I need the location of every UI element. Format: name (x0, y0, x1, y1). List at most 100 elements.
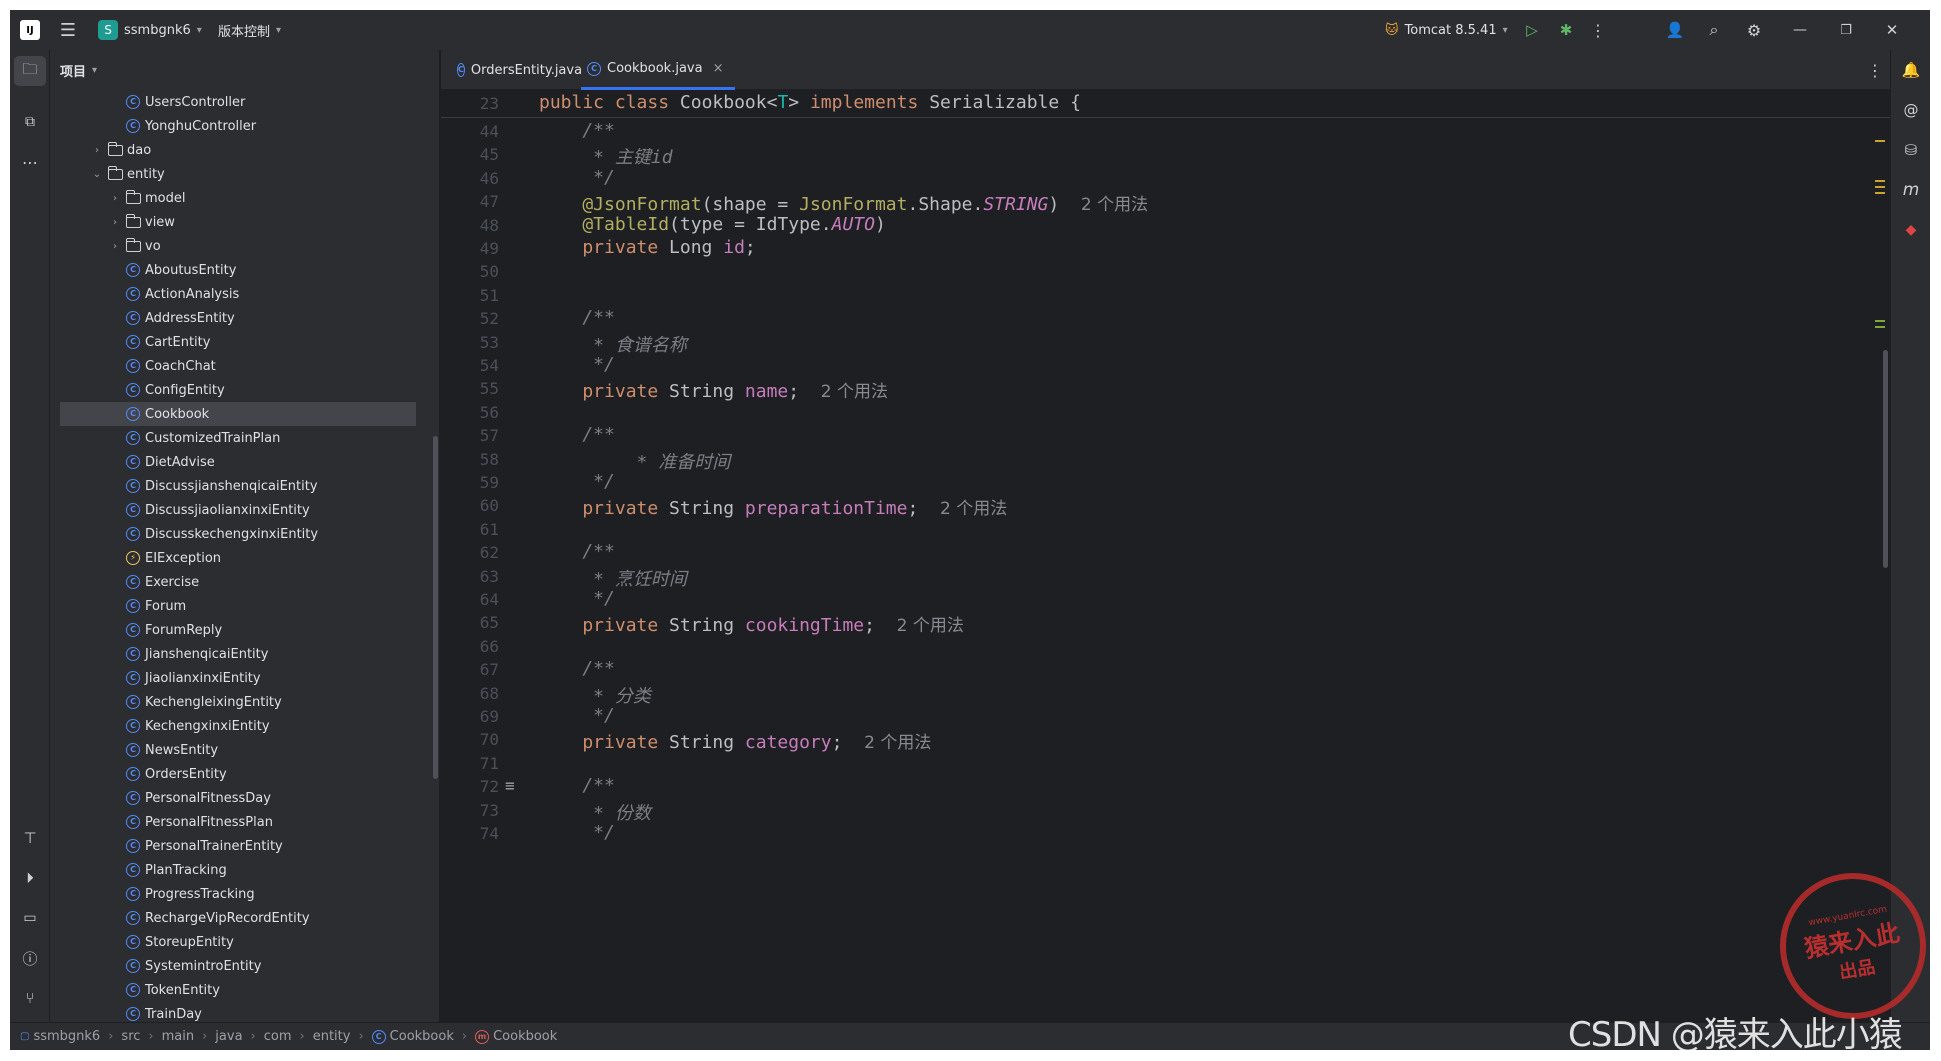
project-panel-header[interactable]: 项目 ▾ (60, 50, 97, 90)
tree-item[interactable]: C TokenEntity (50, 978, 439, 1002)
tree-item[interactable]: C ProgressTracking (50, 882, 439, 906)
database-icon[interactable]: ⛁ (1899, 138, 1923, 162)
vcs-menu[interactable]: 版本控制 ▾ (218, 18, 281, 42)
tree-folder[interactable]: › view (50, 210, 439, 234)
tree-item[interactable]: C PersonalFitnessDay (50, 786, 439, 810)
tree-item[interactable]: C ForumReply (50, 618, 439, 642)
ai-assistant-icon[interactable]: @ (1899, 98, 1923, 122)
chevron-right-icon: › (108, 1029, 114, 1044)
tree-item-label: ConfigEntity (145, 382, 225, 398)
breadcrumb-item[interactable]: ▢ ssmbgnk6 (20, 1029, 100, 1044)
tree-scrollbar[interactable] (433, 436, 438, 779)
tree-item[interactable]: C PersonalTrainerEntity (50, 834, 439, 858)
debug-icon[interactable]: ✱ (1556, 20, 1576, 40)
tree-item[interactable]: C AddressEntity (50, 306, 439, 330)
tree-item[interactable]: C KechengxinxiEntity (50, 714, 439, 738)
usage-hint[interactable]: 2 个用法 (1081, 195, 1148, 215)
tree-item[interactable]: C DiscussjianshenqicaiEntity (50, 474, 439, 498)
tree-item[interactable]: C DietAdvise (50, 450, 439, 474)
code-view[interactable]: 23 public class Cookbook<T> implements Se… (441, 90, 1890, 1022)
project-switcher[interactable]: S ssmbgnk6 ▾ (98, 18, 202, 42)
maven-icon[interactable]: m (1899, 178, 1923, 202)
tree-item[interactable]: C YonghuController (50, 114, 439, 138)
breadcrumb-item[interactable]: entity (313, 1029, 351, 1044)
tree-item[interactable]: C KechengleixingEntity (50, 690, 439, 714)
usage-hint[interactable]: 2 个用法 (940, 499, 1007, 519)
run-icon[interactable]: ▷ (1522, 20, 1542, 40)
tree-item[interactable]: C ActionAnalysis (50, 282, 439, 306)
class-icon: C (126, 359, 140, 373)
chevron-right-icon[interactable]: › (108, 193, 122, 204)
tree-item[interactable]: C CoachChat (50, 354, 439, 378)
editor-scrollbar[interactable] (1883, 350, 1888, 568)
tabs-more-icon[interactable]: ⋮ (1865, 60, 1885, 80)
close-icon[interactable]: ✕ (1882, 20, 1902, 40)
tree-item[interactable]: C Forum (50, 594, 439, 618)
tree-item[interactable]: C CustomizedTrainPlan (50, 426, 439, 450)
add-user-icon[interactable]: 👤 (1665, 20, 1685, 40)
tab-ordersentity[interactable]: C OrdersEntity.java (451, 50, 582, 90)
breadcrumb-item[interactable]: com (264, 1029, 292, 1044)
tree-item[interactable]: C NewsEntity (50, 738, 439, 762)
tree-item[interactable]: C StoreupEntity (50, 930, 439, 954)
tree-item[interactable]: C DiscussjiaolianxinxiEntity (50, 498, 439, 522)
usage-hint[interactable]: 2 个用法 (897, 616, 964, 636)
tree-item[interactable]: C SystemintroEntity (50, 954, 439, 978)
tab-close-icon[interactable]: × (713, 61, 724, 76)
tree-item[interactable]: ⚡ EIException (50, 546, 439, 570)
minimize-icon[interactable]: — (1790, 20, 1810, 40)
tree-folder[interactable]: ⌄ entity (50, 162, 439, 186)
tree-item[interactable]: C Cookbook (60, 402, 416, 426)
doc-render-icon[interactable]: ≡ (505, 776, 515, 795)
code-token: STRING (983, 194, 1049, 216)
breadcrumb-item[interactable]: m Cookbook (475, 1029, 557, 1044)
breadcrumb-item[interactable]: src (121, 1029, 140, 1044)
more-actions-icon[interactable]: ⋮ (1588, 20, 1608, 40)
chevron-right-icon[interactable]: › (108, 241, 122, 252)
chevron-right-icon[interactable]: › (108, 217, 122, 228)
tree-item[interactable]: C AboutusEntity (50, 258, 439, 282)
breadcrumb-item[interactable]: C Cookbook (371, 1029, 454, 1044)
tree-item[interactable]: C CartEntity (50, 330, 439, 354)
tree-folder[interactable]: › vo (50, 234, 439, 258)
more-tools-icon[interactable]: ⋯ (18, 150, 42, 174)
tree-item[interactable]: C RechargeVipRecordEntity (50, 906, 439, 930)
tree-folder[interactable]: › dao (50, 138, 439, 162)
tree-item[interactable]: C OrdersEntity (50, 762, 439, 786)
tree-item[interactable]: C PersonalFitnessPlan (50, 810, 439, 834)
build-icon[interactable]: ⊤ (18, 826, 42, 850)
problems-icon[interactable]: ⓘ (18, 946, 42, 970)
breadcrumb-label: src (121, 1029, 141, 1044)
terminal-icon[interactable]: ▭ (18, 906, 42, 930)
tree-item[interactable]: C JianshenqicaiEntity (50, 642, 439, 666)
search-icon[interactable]: ⌕ (1704, 20, 1724, 40)
chevron-down-icon[interactable]: ⌄ (90, 169, 104, 180)
run-config-selector[interactable]: 🐱 Tomcat 8.5.41 ▾ (1385, 18, 1508, 42)
restore-icon[interactable]: ❐ (1836, 20, 1856, 40)
tree-folder[interactable]: › model (50, 186, 439, 210)
tree-item[interactable]: C Exercise (50, 570, 439, 594)
tree-item[interactable]: C JiaolianxinxiEntity (50, 666, 439, 690)
tab-cookbook[interactable]: C Cookbook.java × (581, 50, 735, 90)
notifications-icon[interactable]: 🔔 (1899, 58, 1923, 82)
git-icon[interactable]: ⑂ (18, 986, 42, 1010)
main-menu-icon[interactable]: ☰ (58, 20, 78, 41)
settings-icon[interactable]: ⚙ (1744, 20, 1764, 40)
chevron-right-icon[interactable]: › (90, 145, 104, 156)
app-logo-icon[interactable]: IJ (20, 20, 40, 40)
tree-item[interactable]: C PlanTracking (50, 858, 439, 882)
breadcrumb-item[interactable]: java (215, 1029, 242, 1044)
tree-item[interactable]: C DiscusskechengxinxiEntity (50, 522, 439, 546)
project-folder-icon[interactable]: 🗀 (14, 56, 46, 86)
breadcrumb-item[interactable]: main (162, 1029, 194, 1044)
tree-item[interactable]: C UsersController (50, 90, 439, 114)
services-icon[interactable]: ⏵ (18, 866, 42, 890)
structure-icon[interactable]: ⧉ (18, 110, 42, 134)
usage-hint[interactable]: 2 个用法 (864, 733, 931, 753)
usage-hint[interactable]: 2 个用法 (821, 382, 888, 402)
code-line: private Long id; (539, 237, 755, 258)
tree-item[interactable]: C TrainDay (50, 1002, 439, 1022)
tree-item[interactable]: C ConfigEntity (50, 378, 439, 402)
plugin-icon[interactable]: ◆ (1899, 218, 1923, 242)
project-panel-title: 项目 (60, 64, 87, 80)
